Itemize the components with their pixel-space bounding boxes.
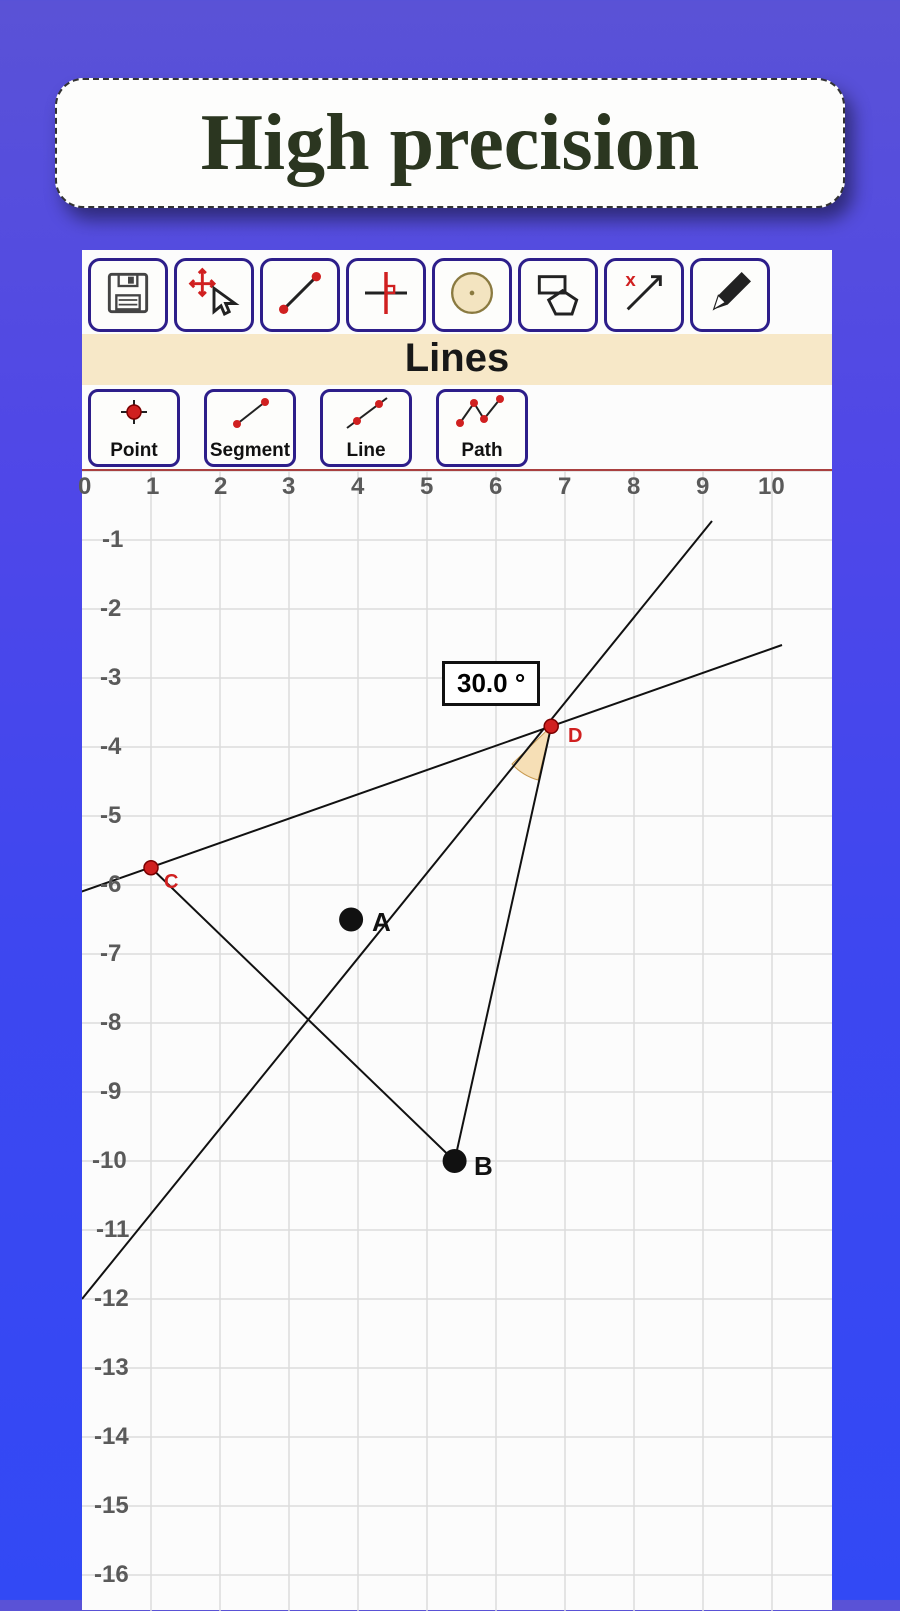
segment-subtool-label: Segment [210,440,290,464]
toolbar-sub: Point Segment Line Path [82,385,832,471]
y-tick-5: -5 [100,802,121,830]
path-subtool-label: Path [461,440,502,464]
segment-subtool-button[interactable]: Segment [204,389,296,467]
point-label-B: B [474,1151,493,1182]
grid-svg [82,471,832,1611]
vector-tool-button[interactable]: x [604,258,684,332]
x-tick-2: 2 [214,473,227,501]
x-tick-5: 5 [420,473,433,501]
page-title: High precision [201,98,700,189]
y-tick-4: -4 [100,733,121,761]
move-button[interactable] [174,258,254,332]
circle-tool-button[interactable] [432,258,512,332]
section-header: Lines [82,334,832,385]
y-tick-6: -6 [100,871,121,899]
line-subtool-icon [341,394,391,439]
line-subtool-label: Line [346,440,385,464]
circle-icon [444,265,500,326]
toolbar-main: x [82,250,832,334]
point-subtool-label: Point [110,440,158,464]
pen-tool-button[interactable] [690,258,770,332]
line-icon [272,265,328,326]
app-panel: x Lines Point Segment Line [82,250,832,1610]
y-tick-10: -10 [92,1147,127,1175]
segment-icon [225,394,275,439]
x-tick-8: 8 [627,473,640,501]
point-label-C: C [164,871,177,894]
y-tick-16: -16 [94,1561,129,1589]
y-tick-14: -14 [94,1423,129,1451]
y-tick-12: -12 [94,1285,129,1313]
path-subtool-button[interactable]: Path [436,389,528,467]
y-tick-11: -11 [96,1216,129,1244]
path-icon [452,393,512,440]
point-subtool-button[interactable]: Point [88,389,180,467]
point-label-D: D [568,725,581,748]
x-tick-4: 4 [351,473,364,501]
line-subtool-button[interactable]: Line [320,389,412,467]
point-label-A: A [372,907,391,938]
y-tick-2: -2 [100,595,121,623]
y-tick-1: -1 [102,526,123,554]
pencil-icon [702,265,758,326]
svg-text:x: x [625,269,636,290]
polygon-icon [530,265,586,326]
y-tick-7: -7 [100,940,121,968]
polygon-tool-button[interactable] [518,258,598,332]
x-tick-1: 1 [146,473,159,501]
angle-readout: 30.0 ° [442,661,540,706]
vector-icon: x [616,265,672,326]
y-tick-8: -8 [100,1009,121,1037]
perpendicular-icon [358,265,414,326]
title-card: High precision [55,78,845,208]
y-tick-15: -15 [94,1492,129,1520]
perpendicular-tool-button[interactable] [346,258,426,332]
y-tick-3: -3 [100,664,121,692]
x-tick-0: 0 [78,473,91,501]
y-tick-13: -13 [94,1354,129,1382]
move-hand-icon [186,265,242,326]
x-tick-10: 10 [758,473,785,501]
save-button[interactable] [88,258,168,332]
y-tick-9: -9 [100,1078,121,1106]
x-tick-7: 7 [558,473,571,501]
line-tool-button[interactable] [260,258,340,332]
x-tick-3: 3 [282,473,295,501]
x-tick-9: 9 [696,473,709,501]
drawing-canvas[interactable]: 0 1 2 3 4 5 6 7 8 9 10 -1 -2 -3 -4 -5 -6… [82,471,832,1611]
floppy-icon [100,265,156,326]
x-tick-6: 6 [489,473,502,501]
point-icon [109,394,159,439]
